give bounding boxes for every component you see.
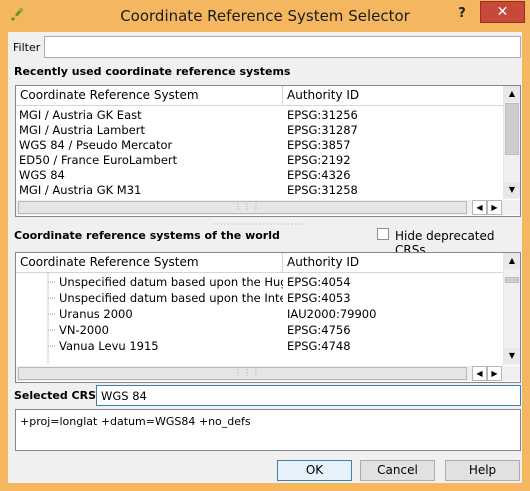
recent-row-name[interactable]: MGI / Austria GK M31 [19,183,279,198]
selected-crs-value: WGS 84 [101,389,147,403]
world-col-authority[interactable]: Authority ID [283,253,504,272]
recent-row-name[interactable]: MGI / Austria Lambert [19,123,279,138]
world-row-name[interactable]: Unspecified datum based upon the Hug... [59,275,283,290]
world-row-name[interactable]: Unspecified datum based upon the Inter..… [59,291,283,306]
scroll-right-arrow-icon[interactable]: ▶ [487,200,502,215]
recent-row-name[interactable]: MGI / Austria GK East [19,108,279,123]
scroll-up-arrow-icon[interactable]: ▲ [504,86,520,102]
recent-row-name[interactable]: WGS 84 [19,168,279,183]
world-row-name[interactable]: Vanua Levu 1915 [59,339,283,354]
world-heading: Coordinate reference systems of the worl… [14,229,280,242]
splitter-handle[interactable]: ·························· [213,220,305,229]
recent-col-authority[interactable]: Authority ID [283,86,504,105]
horizontal-scroll-thumb[interactable]: ⋮⋮⋮ [18,367,467,380]
tree-guide-lines [47,273,56,365]
horizontal-scroll-thumb[interactable]: ⋮⋮⋮ [18,201,467,214]
scroll-up-arrow-icon[interactable]: ▲ [504,253,520,269]
recent-row-authority[interactable]: EPSG:3857 [287,138,497,153]
world-row-authority[interactable]: EPSG:4053 [287,291,497,306]
world-table-header: Coordinate Reference System Authority ID [16,253,504,273]
close-button[interactable]: ✕ [480,1,525,23]
hide-deprecated-checkbox[interactable] [377,228,389,240]
recent-row-authority[interactable]: EPSG:31258 [287,183,497,198]
ok-button[interactable]: OK [277,460,352,481]
scroll-left-arrow-icon[interactable]: ◀ [472,366,487,381]
recent-row-authority[interactable]: EPSG:4326 [287,168,497,183]
scroll-right-arrow-icon[interactable]: ▶ [487,366,502,381]
scroll-thumb[interactable] [505,277,519,283]
world-crs-tree[interactable]: Coordinate Reference System Authority ID… [15,252,521,383]
world-vertical-scrollbar[interactable]: ▲ ▼ [503,253,520,365]
recent-row-name[interactable]: ED50 / France EuroLambert [19,153,279,168]
world-row-authority[interactable]: EPSG:4748 [287,339,497,354]
scroll-down-arrow-icon[interactable]: ▼ [504,348,520,364]
scroll-thumb[interactable] [505,103,519,155]
recent-col-crs[interactable]: Coordinate Reference System [16,86,283,105]
recent-row-authority[interactable]: EPSG:2192 [287,153,497,168]
scroll-down-arrow-icon[interactable]: ▼ [504,182,520,198]
world-row-authority[interactable]: EPSG:4054 [287,275,497,290]
selected-crs-field[interactable]: WGS 84 [96,385,521,406]
world-horizontal-scrollbar[interactable]: ⋮⋮⋮ ◀ ▶ [16,366,520,381]
world-row-name[interactable]: VN-2000 [59,323,283,338]
grip-icon: ⋮⋮⋮ [234,368,261,377]
scroll-left-arrow-icon[interactable]: ◀ [472,200,487,215]
recent-row-authority[interactable]: EPSG:31287 [287,123,497,138]
recent-vertical-scrollbar[interactable]: ▲ ▼ [503,86,520,199]
grip-icon: ⋮⋮⋮ [234,202,261,211]
recent-heading: Recently used coordinate reference syste… [14,65,291,78]
recent-row-authority[interactable]: EPSG:31256 [287,108,497,123]
help-button[interactable]: Help [445,460,520,481]
recent-row-name[interactable]: WGS 84 / Pseudo Mercator [19,138,279,153]
title-bar: Coordinate Reference System Selector ? ✕ [0,0,530,33]
cancel-button[interactable]: Cancel [360,460,435,481]
recent-horizontal-scrollbar[interactable]: ⋮⋮⋮ ◀ ▶ [16,200,520,215]
proj-string-box[interactable]: +proj=longlat +datum=WGS84 +no_defs [15,409,521,451]
filter-input[interactable] [44,36,521,58]
dialog-body: Filter Recently used coordinate referenc… [8,32,522,483]
world-col-crs[interactable]: Coordinate Reference System [16,253,283,272]
selected-crs-label: Selected CRS: [14,389,101,402]
recent-crs-table[interactable]: Coordinate Reference System Authority ID… [15,85,521,217]
recent-table-header: Coordinate Reference System Authority ID [16,86,504,106]
proj-string-text: +proj=longlat +datum=WGS84 +no_defs [20,415,251,428]
filter-label: Filter [13,41,41,54]
world-row-authority[interactable]: EPSG:4756 [287,323,497,338]
title-help-button[interactable]: ? [448,5,476,23]
world-row-name[interactable]: Uranus 2000 [59,307,283,322]
world-row-authority[interactable]: IAU2000:79900 [287,307,497,322]
